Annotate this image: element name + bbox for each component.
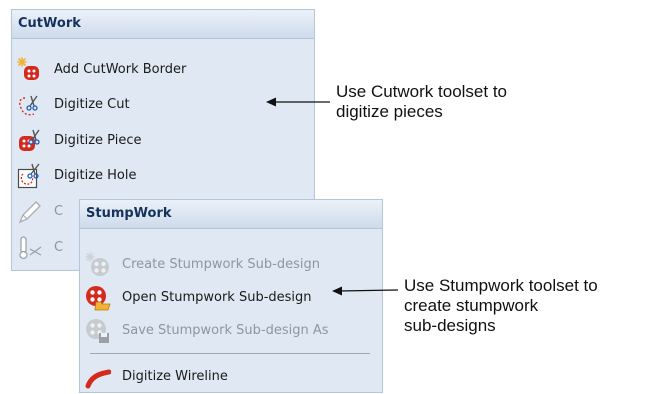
cutwork-callout-arrow (266, 97, 330, 107)
stumpwork-callout-text: Use Stumpwork toolset to create stumpwor… (404, 276, 598, 336)
cutwork-callout-line-2: digitize pieces (336, 102, 443, 121)
cutwork-callout-line-1: Use Cutwork toolset to (336, 82, 508, 101)
stumpwork-callout-line-3: sub-designs (404, 316, 496, 335)
stumpwork-callout-line-2: create stumpwork (404, 296, 539, 315)
stumpwork-callout-arrow (332, 286, 399, 296)
stumpwork-callout-line-1: Use Stumpwork toolset to (404, 276, 598, 295)
cutwork-callout-text: Use Cutwork toolset to digitize pieces (336, 82, 507, 122)
